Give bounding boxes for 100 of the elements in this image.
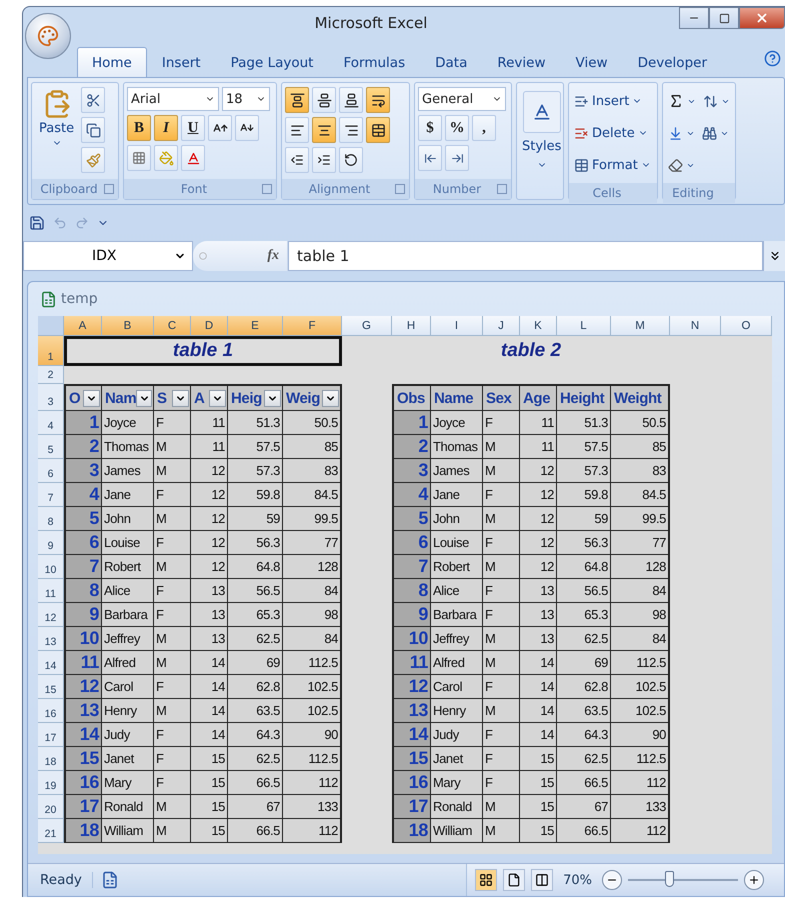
row-number[interactable]: 12	[38, 603, 64, 627]
row-number[interactable]: 19	[38, 771, 64, 795]
column-letter[interactable]: F	[283, 316, 342, 336]
page-break-view-button[interactable]	[531, 869, 554, 891]
fill-color-button[interactable]	[154, 145, 178, 171]
column-letter[interactable]: I	[431, 316, 483, 336]
filter-dropdown-button[interactable]	[172, 390, 189, 406]
expand-formula-button[interactable]	[763, 241, 785, 271]
column-letter[interactable]: J	[483, 316, 520, 336]
row-number[interactable]: 20	[38, 795, 64, 819]
row-number[interactable]: 17	[38, 723, 64, 747]
row-number[interactable]: 15	[38, 675, 64, 699]
wrap-text-button[interactable]	[366, 87, 390, 113]
vertical-align-button[interactable]	[285, 87, 309, 113]
row-number[interactable]: 5	[38, 435, 64, 459]
row-number[interactable]: 21	[38, 819, 64, 843]
column-letter[interactable]: D	[191, 316, 228, 336]
font-style-button[interactable]: U	[181, 115, 205, 141]
font-size-field[interactable]: 18	[222, 87, 270, 111]
number-format-field[interactable]: General	[418, 87, 506, 111]
row-number[interactable]: 8	[38, 507, 64, 531]
column-letter[interactable]: L	[557, 316, 611, 336]
row-number[interactable]: 14	[38, 651, 64, 675]
row-number[interactable]: 2	[38, 366, 64, 384]
office-button[interactable]	[25, 13, 71, 59]
column-letter[interactable]: N	[670, 316, 721, 336]
filter-dropdown-button[interactable]	[136, 390, 152, 406]
ribbon-tab[interactable]: Home	[77, 47, 147, 77]
ribbon-tab[interactable]: Page Layout	[216, 47, 328, 77]
zoom-slider-thumb[interactable]	[664, 871, 674, 887]
save-icon[interactable]	[29, 215, 45, 231]
ribbon-tab[interactable]: Insert	[146, 47, 216, 77]
column-letter[interactable]: G	[342, 316, 392, 336]
zoom-in-button[interactable]	[744, 870, 764, 890]
row-number[interactable]: 3	[38, 384, 64, 411]
row-number[interactable]: 18	[38, 747, 64, 771]
vertical-align-button[interactable]	[312, 87, 336, 113]
cut-button[interactable]	[81, 87, 106, 113]
format-painter-button[interactable]	[81, 147, 106, 173]
horizontal-align-button[interactable]	[339, 117, 363, 143]
row-number[interactable]: 9	[38, 531, 64, 555]
column-letter[interactable]: E	[228, 316, 283, 336]
row-number[interactable]: 7	[38, 483, 64, 507]
close-button[interactable]	[739, 7, 785, 29]
number-format-button[interactable]: $	[418, 115, 442, 141]
orientation-button[interactable]	[339, 147, 363, 173]
ribbon-tab[interactable]: Review	[482, 47, 561, 77]
column-letter[interactable]: O	[721, 316, 772, 336]
column-letter[interactable]: H	[392, 316, 431, 336]
horizontal-align-button[interactable]	[312, 117, 336, 143]
zoom-out-button[interactable]	[602, 870, 622, 890]
column-letter[interactable]: M	[611, 316, 670, 336]
insert-function-button[interactable]: fx	[267, 248, 279, 264]
filter-dropdown-button[interactable]	[83, 390, 100, 406]
filter-dropdown-button[interactable]	[209, 390, 226, 406]
column-letter[interactable]: A	[64, 316, 102, 336]
shrink-font-button[interactable]	[235, 115, 259, 141]
decrease-decimal-button[interactable]	[445, 145, 469, 171]
column-letter[interactable]: K	[520, 316, 557, 336]
row-number[interactable]: 1	[38, 336, 64, 366]
ribbon-tab[interactable]: Data	[420, 47, 482, 77]
filter-dropdown-button[interactable]	[322, 390, 339, 406]
column-letter[interactable]: C	[154, 316, 191, 336]
normal-view-button[interactable]	[475, 869, 498, 891]
decrease-indent-button[interactable]	[285, 147, 309, 173]
cells-button[interactable]: Format	[572, 151, 653, 179]
row-number[interactable]: 13	[38, 627, 64, 651]
borders-button[interactable]	[127, 145, 151, 171]
copy-button[interactable]	[81, 117, 106, 143]
grow-font-button[interactable]	[208, 115, 232, 141]
vertical-align-button[interactable]	[339, 87, 363, 113]
font-name-field[interactable]: Arial	[127, 87, 219, 111]
ribbon-tab[interactable]: View	[560, 47, 623, 77]
ribbon-tab[interactable]: Developer	[622, 47, 722, 77]
column-letter[interactable]: B	[102, 316, 154, 336]
number-format-button[interactable]: ,	[472, 115, 496, 141]
row-number[interactable]: 16	[38, 699, 64, 723]
cells-button[interactable]: Insert	[572, 87, 653, 115]
paste-button[interactable]: Paste	[35, 87, 78, 175]
number-format-button[interactable]: %	[445, 115, 469, 141]
increase-indent-button[interactable]	[312, 147, 336, 173]
styles-button[interactable]: Styles	[520, 87, 564, 195]
help-button[interactable]	[764, 50, 781, 66]
row-number[interactable]: 10	[38, 555, 64, 579]
page-layout-view-button[interactable]	[503, 869, 526, 891]
merge-center-button[interactable]	[366, 117, 390, 143]
font-style-button[interactable]: B	[127, 115, 151, 141]
maximize-button[interactable]	[709, 7, 739, 29]
cells-button[interactable]: Delete	[572, 119, 653, 147]
filter-dropdown-button[interactable]	[264, 390, 281, 406]
formula-input[interactable]: table 1	[288, 241, 763, 271]
font-style-button[interactable]: I	[154, 115, 178, 141]
horizontal-align-button[interactable]	[285, 117, 309, 143]
font-color-button[interactable]	[181, 145, 205, 171]
row-number[interactable]: 11	[38, 579, 64, 603]
row-number[interactable]: 6	[38, 459, 64, 483]
ribbon-tab[interactable]: Formulas	[328, 47, 420, 77]
increase-decimal-button[interactable]	[418, 145, 442, 171]
row-number[interactable]: 4	[38, 411, 64, 435]
name-box[interactable]: IDX	[23, 241, 193, 271]
